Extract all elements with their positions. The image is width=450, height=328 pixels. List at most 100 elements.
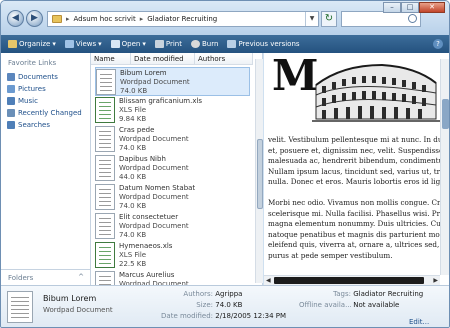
preview-text: velit. Vestibulum pellentesque mi at nun… xyxy=(268,135,440,272)
scroll-left-icon[interactable]: ◀ xyxy=(266,276,271,285)
maximize-button[interactable]: □ xyxy=(401,2,419,13)
file-type: XLS File xyxy=(119,251,147,259)
preview-paragraph-1: velit. Vestibulum pellentesque mi at nun… xyxy=(268,135,440,188)
preview-line: nulla. Donec et eros. Mauris lobortis er… xyxy=(268,177,440,187)
burn-label: Burn xyxy=(202,40,219,48)
previous-versions-button[interactable]: Previous versions xyxy=(224,39,302,49)
forward-button[interactable]: ▶ xyxy=(26,10,43,27)
minimize-button[interactable]: – xyxy=(383,2,401,13)
file-list-scrollbar[interactable] xyxy=(255,59,263,283)
documents-icon xyxy=(7,73,15,81)
preview-line: natoque penatibus et magnis dis parturie… xyxy=(268,229,440,239)
file-name: Cras pede xyxy=(119,126,155,134)
file-item[interactable]: Hymenaeos.xls XLS File 22.5 KB xyxy=(95,241,250,270)
breadcrumb-item-root[interactable]: Adsum hoc scrivit xyxy=(74,15,136,23)
file-item[interactable]: Datum Nomen Stabat Wordpad Document 74.0 K… xyxy=(95,183,250,212)
organize-icon xyxy=(8,40,17,48)
column-header-name[interactable]: Name xyxy=(91,53,131,64)
chevron-down-icon: ▾ xyxy=(98,40,102,48)
breadcrumb-item-current[interactable]: Gladiator Recruiting xyxy=(147,15,217,23)
file-item[interactable]: Blissam graficanium.xls XLS File 9.84 KB xyxy=(95,96,250,125)
print-button[interactable]: Print xyxy=(152,39,185,49)
file-name: Bibum Lorem xyxy=(120,69,167,77)
scroll-right-icon[interactable]: ▶ xyxy=(433,276,438,285)
scrollbar-thumb[interactable] xyxy=(442,99,449,129)
views-icon xyxy=(64,40,74,48)
column-header-authors[interactable]: Authors xyxy=(195,53,253,64)
help-button[interactable]: ? xyxy=(433,39,443,49)
burn-button[interactable]: Burn xyxy=(188,39,221,49)
nav-item-documents[interactable]: Documents xyxy=(7,71,82,83)
file-item[interactable]: Bibum Lorem Wordpad Document 74.0 KB xyxy=(95,67,250,96)
previous-versions-label: Previous versions xyxy=(238,40,300,48)
refresh-button[interactable]: ↻ xyxy=(321,11,337,27)
nav-item-label: Searches xyxy=(18,121,51,129)
folders-toggle[interactable]: Folders ^ xyxy=(1,269,91,285)
file-name: Datum Nomen Stabat xyxy=(119,184,196,192)
file-item[interactable]: Dapibus Nibh Wordpad Document 44.0 KB xyxy=(95,154,250,183)
file-type: Wordpad Document xyxy=(120,78,190,86)
file-info: Hymenaeos.xls XLS File 22.5 KB xyxy=(119,242,172,269)
offline-availability-label: Offline availa... xyxy=(299,301,352,309)
nav-item-recently-changed[interactable]: Recently Changed xyxy=(7,107,82,119)
search-input[interactable] xyxy=(341,11,421,27)
music-icon xyxy=(7,97,15,105)
file-info: Cras pede Wordpad Document 74.0 KB xyxy=(119,126,189,153)
file-info: Elit consectetuer Wordpad Document 74.0 KB xyxy=(119,213,189,240)
scrollbar-thumb[interactable] xyxy=(257,139,263,209)
file-item[interactable]: Elit consectetuer Wordpad Document 74.0 KB xyxy=(95,212,250,241)
file-item[interactable]: Marcus Aurelius Wordpad Document xyxy=(95,270,250,285)
folders-label: Folders xyxy=(8,274,34,282)
nav-item-label: Recently Changed xyxy=(18,109,82,117)
pictures-icon xyxy=(7,85,15,93)
file-name: Blissam graficanium.xls xyxy=(119,97,203,105)
breadcrumb-separator: ▸ xyxy=(66,15,70,23)
file-type: Wordpad Document xyxy=(119,164,189,172)
file-info: Datum Nomen Stabat Wordpad Document 74.0 K… xyxy=(119,184,195,211)
file-type: Wordpad Document xyxy=(119,135,189,143)
address-dropdown-icon[interactable]: ▼ xyxy=(305,12,318,26)
address-bar[interactable]: ▸ Adsum hoc scrivit ▸ Gladiator Recruiti… xyxy=(47,11,319,27)
navigation-pane: Favorite Links Documents Pictures Music … xyxy=(1,53,91,285)
recently-changed-icon xyxy=(7,109,15,117)
preview-line: purus at pede semper vestibulum. xyxy=(268,250,393,260)
details-size-row: Size: 74.0 KB xyxy=(161,301,242,309)
nav-item-searches[interactable]: Searches xyxy=(7,119,82,131)
back-button[interactable]: ◀ xyxy=(7,10,24,27)
file-info: Bibum Lorem Wordpad Document 74.0 KB xyxy=(120,69,190,96)
column-header-date-modified[interactable]: Date modified xyxy=(131,53,195,64)
nav-item-music[interactable]: Music xyxy=(7,95,82,107)
close-button[interactable]: ✕ xyxy=(419,2,445,13)
details-title: Bibum Lorem xyxy=(43,294,97,303)
document-file-icon xyxy=(95,184,115,210)
organize-button[interactable]: Organize ▾ xyxy=(5,39,59,49)
preview-horizontal-scrollbar[interactable]: ◀ ▶ xyxy=(264,275,440,285)
file-info: Marcus Aurelius Wordpad Document xyxy=(119,271,189,285)
views-button[interactable]: Views ▾ xyxy=(62,39,105,49)
file-size: 74.0 KB xyxy=(119,202,147,210)
nav-item-pictures[interactable]: Pictures xyxy=(7,83,82,95)
preview-line: et, posuere et, dignissim nec, velit. Su… xyxy=(268,145,440,155)
print-label: Print xyxy=(165,40,182,48)
edit-link[interactable]: Edit... xyxy=(409,318,429,326)
preview-vertical-scrollbar[interactable] xyxy=(440,59,449,275)
document-file-icon xyxy=(95,271,115,285)
preview-line: Nullam ipsum lacus, tincidunt sed, variu… xyxy=(268,166,440,176)
breadcrumb-separator: ▸ xyxy=(139,15,144,23)
file-type: Wordpad Document xyxy=(119,193,189,201)
command-toolbar: Organize ▾ Views ▾ Open ▾ Print Burn Pre… xyxy=(1,35,449,53)
spreadsheet-file-icon xyxy=(95,97,115,123)
authors-label: Authors: xyxy=(183,290,213,298)
file-item[interactable]: Cras pede Wordpad Document 74.0 KB xyxy=(95,125,250,154)
favorite-links-list: Documents Pictures Music Recently Change… xyxy=(7,71,82,131)
tags-value[interactable]: Gladiator Recruiting xyxy=(353,290,423,298)
file-size: 74.0 KB xyxy=(119,144,147,152)
details-date-row: Date modified: 2/18/2005 12:34 PM xyxy=(161,312,286,320)
column-headers: Name Date modified Authors xyxy=(91,53,253,65)
open-button[interactable]: Open ▾ xyxy=(108,39,149,49)
scrollbar-thumb[interactable] xyxy=(274,277,424,284)
nav-item-label: Music xyxy=(18,97,38,105)
open-icon xyxy=(110,40,120,48)
authors-value[interactable]: Agrippa xyxy=(215,290,242,298)
document-file-icon xyxy=(95,213,115,239)
